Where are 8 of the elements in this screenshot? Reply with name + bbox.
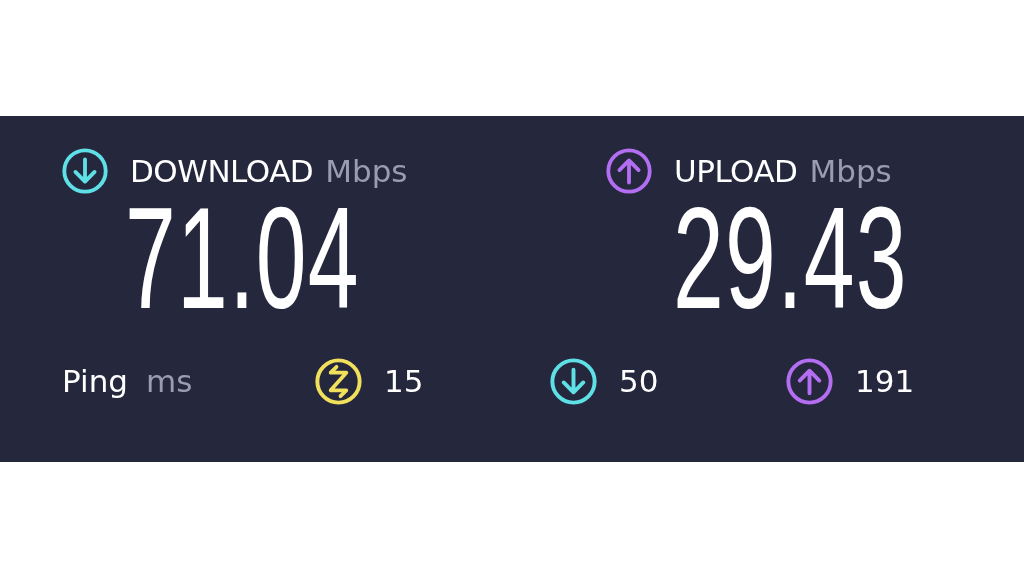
speed-label: UPLOAD xyxy=(674,153,798,189)
ping-label: Ping xyxy=(62,363,128,399)
unit-label: ms xyxy=(145,363,193,399)
ping-value: 50 xyxy=(619,363,659,399)
exchange-arrows-icon xyxy=(315,357,362,405)
unit-label: Mbps xyxy=(809,153,892,189)
ping-value: 15 xyxy=(384,363,424,399)
ping-value: 191 xyxy=(855,363,915,399)
